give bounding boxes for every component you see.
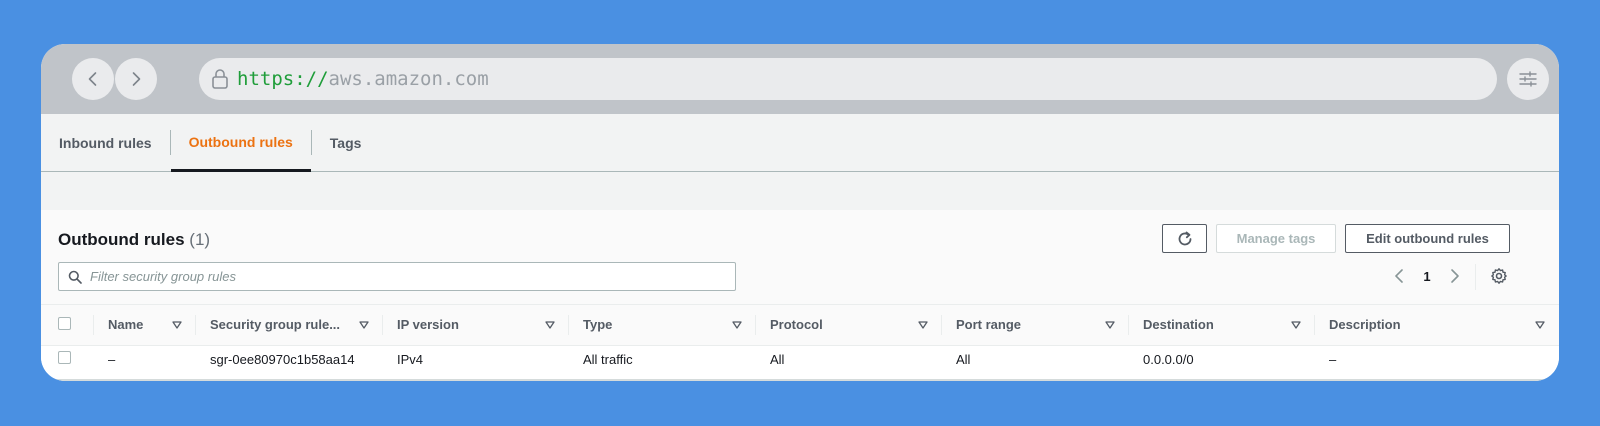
row-select-cell [41,345,94,373]
search-icon [68,270,82,284]
rules-count: (1) [189,230,211,249]
browser-toolbar: https://aws.amazon.com [41,44,1559,114]
cell-description: – [1329,351,1337,367]
sort-down-icon [545,321,555,329]
next-page-button[interactable] [1447,267,1463,285]
content-spacer [41,172,1559,210]
pagination: 1 [1391,267,1463,285]
cell-port-range: All [956,351,971,367]
url-scheme: https:// [237,68,329,90]
column-label: IP version [397,317,459,333]
back-icon [88,72,97,86]
sort-down-icon [172,321,182,329]
column-label: Type [583,317,613,333]
column-label: Description [1329,317,1401,333]
table-header-row: Name Security group rule... IP version T… [41,305,1559,345]
table-row[interactable]: – sgr-0ee80970c1b58aa14 IPv4 All traffic… [41,345,1559,373]
outbound-rules-panel-header: Outbound rules (1) Manage tags Edit outb… [41,210,1559,305]
select-all-cell [41,305,94,345]
cell-type: All traffic [583,351,633,367]
panel-title-text: Outbound rules [58,230,185,249]
column-label: Name [108,317,144,333]
column-header-port-range[interactable]: Port range [942,305,1129,345]
cell-destination: 0.0.0.0/0 [1143,351,1194,367]
tab-inbound-rules[interactable]: Inbound rules [41,114,170,171]
forward-icon [132,72,141,86]
url-host: aws.amazon.com [328,68,489,90]
sort-down-icon [732,321,742,329]
column-header-protocol[interactable]: Protocol [756,305,942,345]
filter-input[interactable]: Filter security group rules [58,262,736,291]
sort-down-icon [1105,321,1115,329]
filter-placeholder: Filter security group rules [90,269,236,284]
back-button[interactable] [72,58,114,100]
row-checkbox[interactable] [58,351,71,365]
address-bar[interactable]: https://aws.amazon.com [199,58,1497,100]
column-label: Security group rule... [210,317,341,333]
sort-down-icon [918,321,928,329]
column-header-name[interactable]: Name [94,305,196,345]
outbound-rules-table: Name Security group rule... IP version T… [41,305,1559,373]
cell-name: – [108,351,116,367]
tab-tags[interactable]: Tags [312,114,380,171]
panel-title: Outbound rules (1) [58,230,210,250]
select-all-checkbox[interactable] [58,316,71,330]
column-label: Port range [956,317,1022,333]
settings-sliders-icon [1519,71,1537,87]
pager-divider [1475,264,1476,290]
manage-tags-button[interactable]: Manage tags [1216,224,1336,253]
edit-outbound-rules-button[interactable]: Edit outbound rules [1345,224,1510,253]
column-label: Destination [1143,317,1214,333]
table-bottom-border [41,379,1559,381]
column-header-description[interactable]: Description [1315,305,1559,345]
column-header-type[interactable]: Type [569,305,756,345]
url-text: https://aws.amazon.com [237,68,489,90]
column-header-destination[interactable]: Destination [1129,305,1315,345]
sort-down-icon [359,321,369,329]
column-label: Protocol [770,317,823,333]
chevron-right-icon [1451,269,1459,283]
refresh-button[interactable] [1162,224,1207,253]
previous-page-button[interactable] [1391,267,1407,285]
page-number[interactable]: 1 [1407,269,1447,284]
cell-ip-version: IPv4 [397,351,424,367]
forward-button[interactable] [115,58,157,100]
lock-icon [211,68,229,90]
chevron-left-icon [1395,269,1403,283]
preferences-button[interactable] [1490,267,1508,285]
column-header-ip-version[interactable]: IP version [383,305,569,345]
tab-outbound-rules[interactable]: Outbound rules [170,114,311,172]
browser-settings-button[interactable] [1507,58,1549,100]
tabs-bar: Inbound rules Outbound rules Tags [41,114,1559,172]
column-header-security-group-rule[interactable]: Security group rule... [196,305,383,345]
sort-down-icon [1535,321,1545,329]
refresh-icon [1178,231,1191,245]
cell-security-group-rule-id: sgr-0ee80970c1b58aa14 [210,351,355,367]
browser-window: https://aws.amazon.com Inbound rules Out… [41,44,1559,381]
cell-protocol: All [770,351,785,367]
gear-icon [1491,268,1507,284]
sort-down-icon [1291,321,1301,329]
